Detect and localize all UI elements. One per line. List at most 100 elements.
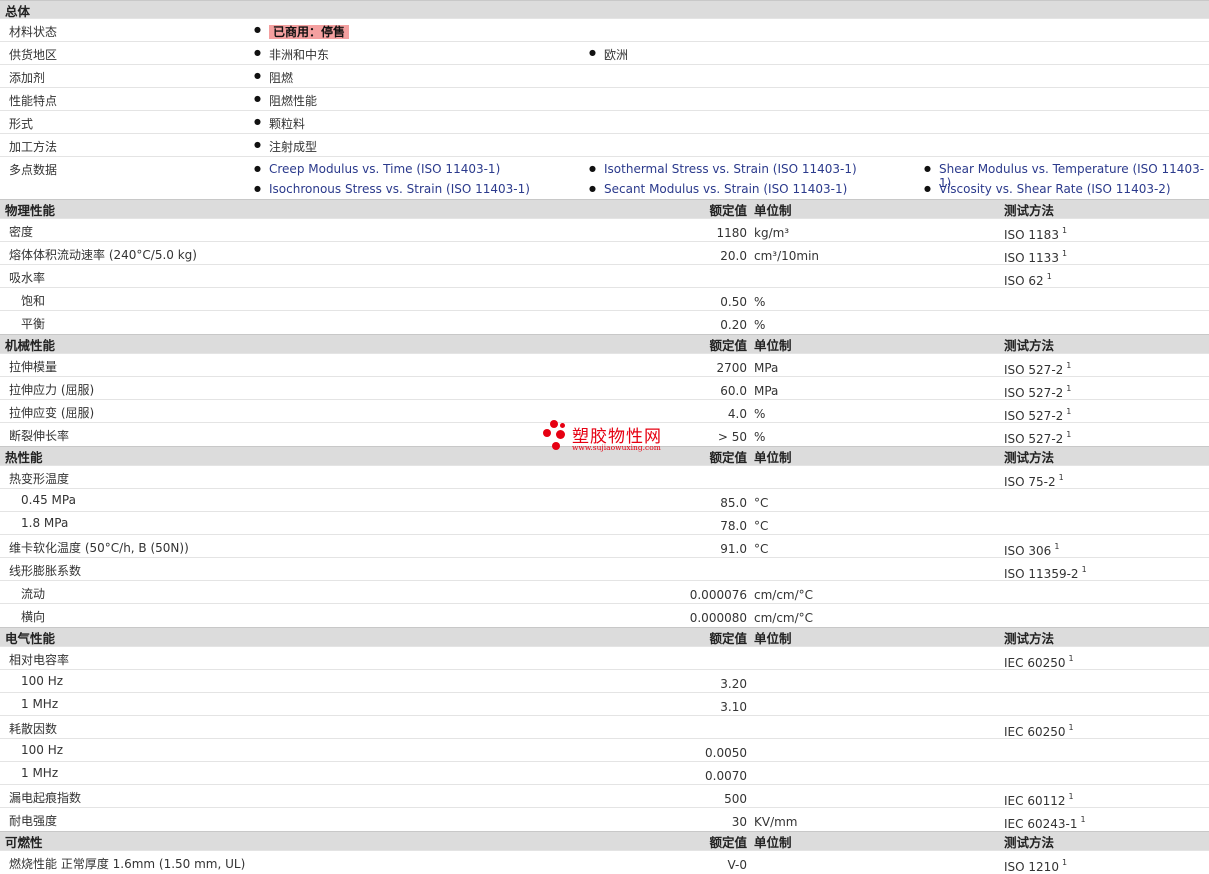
test-method: IEC 60112 1 — [1004, 792, 1074, 808]
footnote-marker: 1 — [1066, 361, 1072, 370]
property-label: 1 MHz — [21, 766, 59, 780]
property-label: 熔体体积流动速率 (240°C/5.0 kg) — [9, 248, 197, 262]
watermark-url: www.sujiaowuxing.com — [572, 443, 661, 452]
test-method: IEC 60243-1 1 — [1004, 815, 1086, 831]
test-method: ISO 527-2 1 — [1004, 407, 1071, 423]
list-item: 欧洲 — [589, 46, 628, 63]
footnote-marker: 1 — [1081, 565, 1087, 574]
property-label: 断裂伸长率 — [9, 429, 70, 443]
test-method-name: ISO 527-2 — [1004, 386, 1064, 400]
row-label: 供货地区 — [9, 48, 58, 62]
property-label: 相对电容率 — [9, 653, 70, 667]
column-method-header: 测试方法 — [1004, 631, 1055, 646]
property-value: 0.50 — [720, 295, 747, 309]
section-title: 热性能 — [5, 450, 43, 465]
row-label: 性能特点 — [9, 94, 58, 108]
property-row: 平衡 0.20% — [0, 310, 1209, 334]
column-unit-header: 单位制 — [754, 631, 792, 646]
multipoint-link[interactable]: Isothermal Stress vs. Strain (ISO 11403-… — [589, 162, 857, 176]
property-row: 100 Hz 3.20 — [0, 669, 1209, 693]
row-label: 添加剂 — [9, 71, 46, 85]
property-unit: °C — [754, 542, 769, 556]
property-label: 拉伸应变 (屈服) — [9, 406, 95, 420]
footnote-marker: 1 — [1080, 815, 1086, 824]
property-label: 平衡 — [21, 317, 46, 331]
test-method: ISO 62 1 — [1004, 272, 1052, 288]
property-row: 拉伸模量 2700 MPa ISO 527-2 1 — [0, 353, 1209, 377]
column-method-header: 测试方法 — [1004, 203, 1055, 218]
property-label: 漏电起痕指数 — [9, 791, 82, 805]
property-value: 3.20 — [720, 677, 747, 691]
list-item: 阻燃性能 — [254, 92, 317, 109]
property-value: 0.000076 — [689, 588, 747, 602]
section-header-flammability: 可燃性 额定值 单位制 测试方法 — [0, 831, 1209, 850]
test-method — [1004, 700, 1007, 716]
property-label: 横向 — [21, 610, 46, 624]
test-method-name: ISO 527-2 — [1004, 432, 1064, 446]
test-method-name: IEC 60250 — [1004, 725, 1066, 739]
general-row-multipoint: 多点数据 Creep Modulus vs. Time (ISO 11403-1… — [0, 156, 1209, 200]
test-method — [1004, 318, 1007, 334]
test-method — [1004, 769, 1007, 785]
test-method — [1004, 746, 1007, 762]
list-item: 颗粒料 — [254, 115, 305, 132]
footnote-marker: 1 — [1068, 723, 1074, 732]
property-label: 燃烧性能 正常厚度 1.6mm (1.50 mm, UL) — [9, 857, 246, 871]
property-unit: % — [754, 318, 766, 332]
property-row: 耐电强度 30 KV/mm IEC 60243-1 1 — [0, 807, 1209, 831]
general-row-processing: 加工方法 注射成型 — [0, 133, 1209, 157]
property-value: > 50 — [717, 430, 747, 444]
footnote-marker: 1 — [1054, 542, 1060, 551]
list-item: 注射成型 — [254, 138, 317, 155]
section-title: 电气性能 — [5, 631, 56, 646]
test-method-name: ISO 527-2 — [1004, 409, 1064, 423]
property-value: 500 — [724, 792, 747, 806]
test-method-name: ISO 1183 — [1004, 228, 1059, 242]
property-value: 0.0070 — [705, 769, 747, 783]
column-value-header: 额定值 — [709, 835, 747, 850]
footnote-marker: 1 — [1061, 249, 1068, 258]
column-method-header: 测试方法 — [1004, 450, 1055, 465]
property-value: 60.0 — [720, 384, 747, 398]
property-label: 线形膨胀系数 — [9, 564, 82, 578]
property-value: 30 — [731, 815, 747, 829]
general-row-status: 材料状态 已商用：停售 — [0, 18, 1209, 42]
property-row: 耗散因数 IEC 60250 1 — [0, 715, 1209, 739]
property-label: 维卡软化温度 (50°C/h, B (50N)) — [9, 541, 189, 555]
multipoint-link[interactable]: Isochronous Stress vs. Strain (ISO 11403… — [254, 182, 530, 196]
section-title: 物理性能 — [5, 203, 56, 218]
test-method: ISO 306 1 — [1004, 542, 1059, 558]
row-label: 材料状态 — [9, 25, 58, 39]
section-header-electrical: 电气性能 额定值 单位制 测试方法 — [0, 627, 1209, 646]
footnote-marker: 1 — [1068, 792, 1074, 801]
multipoint-link[interactable]: Viscosity vs. Shear Rate (ISO 11403-2) — [924, 182, 1171, 196]
column-value-header: 额定值 — [709, 203, 747, 218]
property-label: 1 MHz — [21, 697, 59, 711]
test-method-name: IEC 60112 — [1004, 794, 1066, 808]
property-label: 0.45 MPa — [21, 493, 76, 507]
multipoint-link[interactable]: Secant Modulus vs. Strain (ISO 11403-1) — [589, 182, 847, 196]
property-unit: cm³/10min — [754, 249, 820, 263]
property-unit: MPa — [754, 361, 779, 375]
property-row: 1 MHz 3.10 — [0, 692, 1209, 716]
property-label: 1.8 MPa — [21, 516, 69, 530]
property-label: 热变形温度 — [9, 472, 70, 486]
property-unit: kg/m³ — [754, 226, 790, 240]
footnote-marker: 1 — [1058, 473, 1064, 482]
column-unit-header: 单位制 — [754, 203, 792, 218]
watermark-logo: 塑胶物性网 www.sujiaowuxing.com — [542, 420, 682, 454]
property-value: 1180 — [716, 226, 747, 240]
list-item: 非洲和中东 — [254, 46, 329, 63]
test-method-name: IEC 60243-1 — [1004, 817, 1078, 831]
test-method: ISO 527-2 1 — [1004, 384, 1071, 400]
general-row-supply: 供货地区 非洲和中东 欧洲 — [0, 41, 1209, 65]
section-title: 机械性能 — [5, 338, 56, 353]
property-label: 耗散因数 — [9, 722, 58, 736]
property-row: 0.45 MPa 85.0 °C — [0, 488, 1209, 512]
test-method: ISO 11359-2 1 — [1004, 565, 1087, 581]
property-label: 吸水率 — [9, 271, 46, 285]
property-unit: MPa — [754, 384, 779, 398]
multipoint-link[interactable]: Creep Modulus vs. Time (ISO 11403-1) — [254, 162, 500, 176]
row-label: 加工方法 — [9, 140, 58, 154]
test-method: ISO 527-2 1 — [1004, 430, 1071, 446]
